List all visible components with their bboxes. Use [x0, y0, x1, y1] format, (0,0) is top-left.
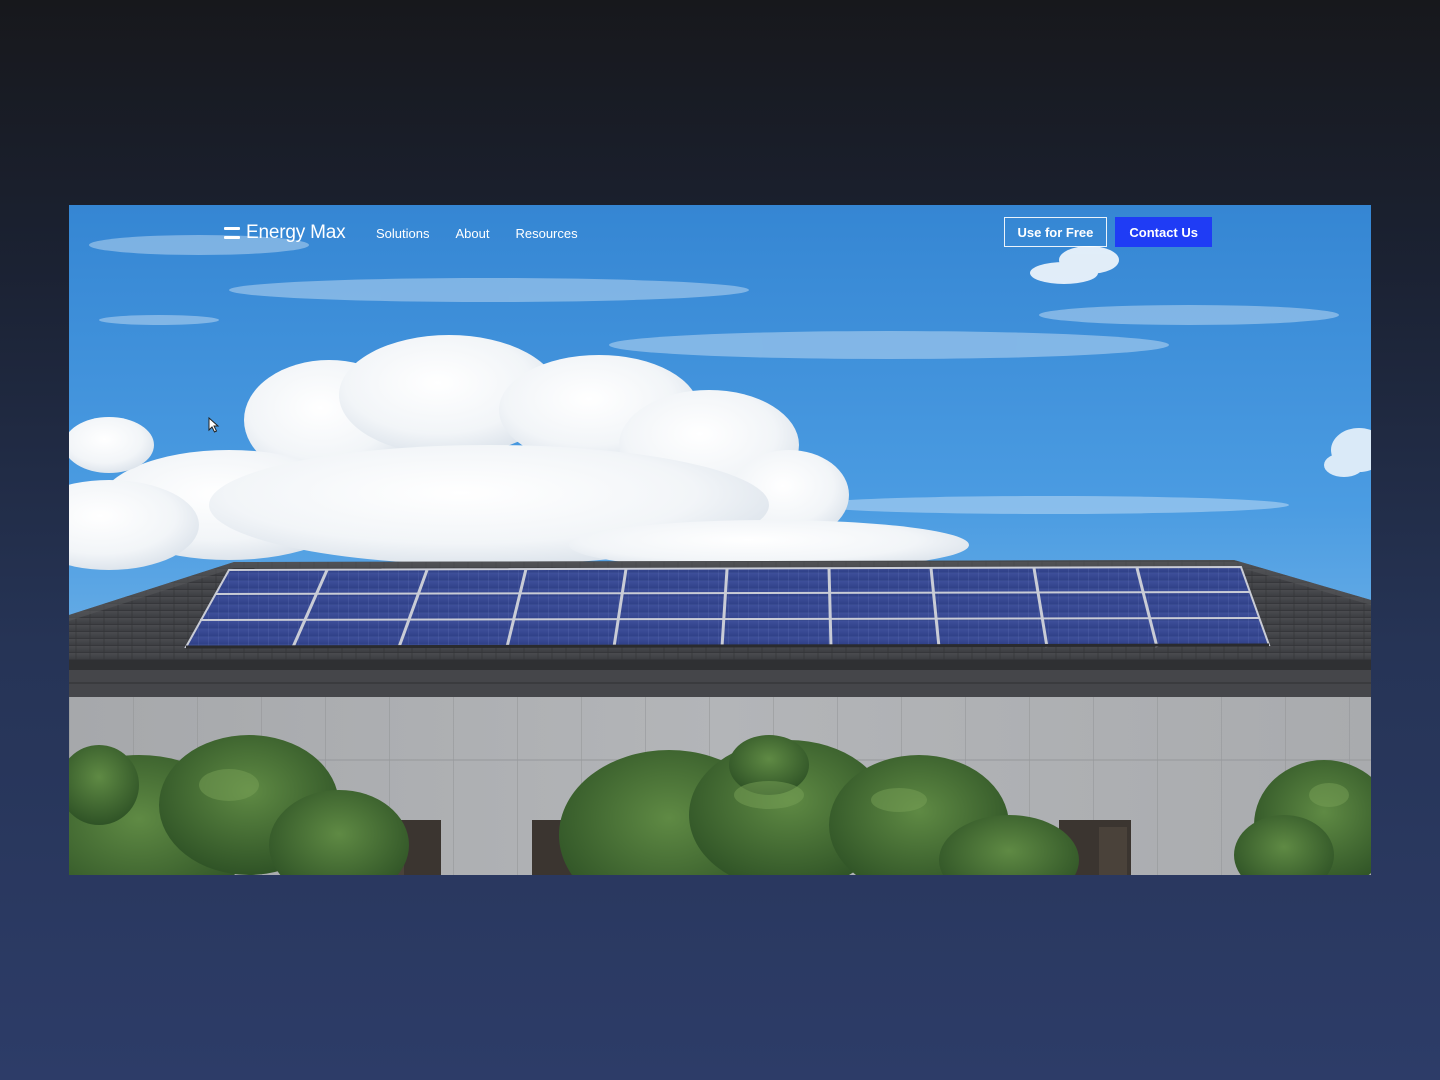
nav-item-about[interactable]: About — [455, 226, 489, 242]
contact-us-button[interactable]: Contact Us — [1115, 217, 1212, 247]
brand-name: Energy Max — [246, 222, 346, 243]
top-navigation: Energy Max Solutions About Resources Use… — [69, 205, 1371, 261]
hero-image — [69, 205, 1371, 875]
nav-item-solutions[interactable]: Solutions — [376, 226, 429, 242]
hero-frame: Energy Max Solutions About Resources Use… — [69, 205, 1371, 875]
nav-item-resources[interactable]: Resources — [515, 226, 577, 242]
use-for-free-button[interactable]: Use for Free — [1003, 217, 1108, 247]
header-actions: Use for Free Contact Us — [1003, 217, 1212, 247]
main-menu: Solutions About Resources — [376, 226, 578, 242]
mouse-pointer-icon — [208, 417, 220, 433]
menu-lines-icon — [224, 226, 240, 240]
brand-logo[interactable]: Energy Max — [224, 222, 346, 244]
